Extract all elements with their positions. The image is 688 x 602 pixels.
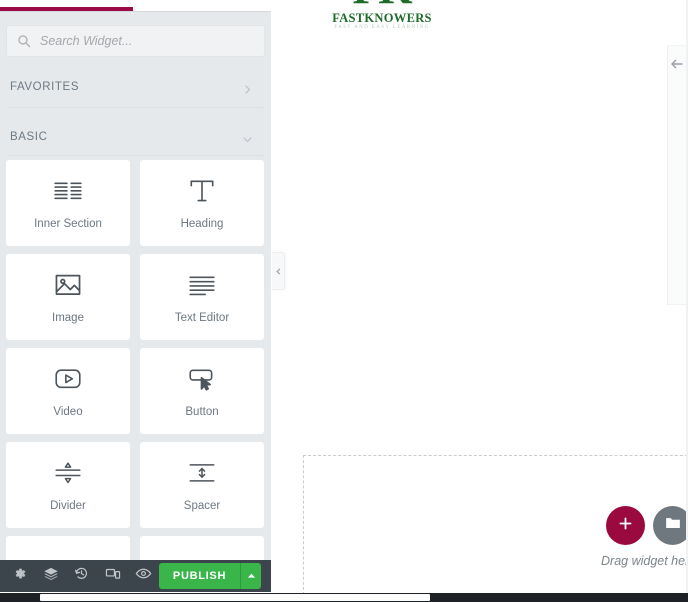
eye-icon: [135, 565, 152, 587]
widget-item-video[interactable]: Video: [6, 348, 130, 434]
divider-icon: [53, 458, 83, 488]
plus-icon: [618, 516, 633, 536]
widget-label: Inner Section: [34, 218, 102, 230]
button-icon: [187, 364, 217, 394]
inner-section-icon: [53, 176, 83, 206]
widget-item-google-maps[interactable]: [6, 536, 130, 560]
widget-row: Image Text Editor: [0, 254, 271, 340]
window-horizontal-scrollbar[interactable]: [0, 593, 688, 602]
widget-label: Divider: [50, 500, 86, 512]
add-new-section-button[interactable]: [606, 506, 645, 545]
widget-item-divider[interactable]: Divider: [6, 442, 130, 528]
text-editor-icon: [187, 270, 217, 300]
caret-up-icon: [247, 567, 256, 585]
dropzone-actions: [606, 506, 688, 545]
spacer-icon: [187, 458, 217, 488]
video-icon: [53, 364, 83, 394]
heading-icon: [187, 176, 217, 206]
image-icon: [53, 270, 83, 300]
search-icon: [17, 34, 31, 48]
arrow-left-icon[interactable]: [669, 56, 685, 72]
search-widget-box[interactable]: [6, 25, 265, 57]
widget-label: Video: [53, 406, 83, 418]
widget-label: Text Editor: [174, 312, 230, 324]
widget-label: Button: [185, 406, 219, 418]
widget-item-icon[interactable]: [140, 536, 264, 560]
responsive-icon: [105, 566, 121, 587]
section-label-favorites: FAVORITES: [10, 81, 80, 93]
widget-item-spacer[interactable]: Spacer: [140, 442, 264, 528]
widget-item-button[interactable]: Button: [140, 348, 264, 434]
site-logo: FK FASTKNOWERS FAST AND EASY LEARNING: [328, 0, 436, 30]
history-icon: [74, 566, 89, 586]
canvas-side-panel: [667, 45, 687, 305]
settings-button[interactable]: [4, 560, 35, 592]
chevron-right-icon: [242, 82, 253, 94]
chevron-left-icon: [275, 262, 282, 280]
publish-button[interactable]: PUBLISH: [159, 563, 240, 589]
responsive-mode-button[interactable]: [97, 560, 128, 592]
publish-options-button[interactable]: [240, 563, 261, 589]
section-divider-2: [8, 155, 263, 156]
section-divider-1: [8, 107, 263, 108]
widget-label: Spacer: [183, 500, 221, 512]
layers-icon: [43, 566, 59, 587]
panel-tab-divider: [0, 11, 271, 12]
editor-footer-bar: PUBLISH: [0, 560, 271, 592]
section-header-favorites[interactable]: FAVORITES: [0, 70, 271, 104]
navigator-button[interactable]: [35, 560, 66, 592]
widget-row: [0, 536, 271, 560]
add-template-button[interactable]: [653, 506, 688, 545]
widget-label: Heading: [180, 218, 224, 230]
section-label-basic: BASIC: [10, 131, 48, 143]
preview-canvas: FK FASTKNOWERS FAST AND EASY LEARNING: [271, 0, 688, 594]
panel-collapse-handle[interactable]: [272, 252, 285, 290]
dropzone-caption: Drag widget here: [601, 554, 688, 568]
section-header-basic[interactable]: BASIC: [0, 120, 271, 154]
publish-button-group: PUBLISH: [159, 563, 261, 589]
widget-row: Video Button: [0, 348, 271, 434]
widget-dropzone[interactable]: Drag widget here: [303, 455, 688, 594]
widget-row: Divider Spacer: [0, 442, 271, 528]
search-input[interactable]: [40, 34, 254, 48]
widget-item-inner-section[interactable]: Inner Section: [6, 160, 130, 246]
widget-list[interactable]: Inner Section Heading Image Text Editor …: [0, 160, 271, 560]
widget-item-image[interactable]: Image: [6, 254, 130, 340]
widget-item-heading[interactable]: Heading: [140, 160, 264, 246]
logo-wordmark: FASTKNOWERS: [332, 11, 432, 25]
widget-label: Image: [52, 312, 84, 324]
elementor-editor-window: FAVORITES BASIC: [0, 0, 688, 602]
widget-item-text-editor[interactable]: Text Editor: [140, 254, 264, 340]
gear-icon: [12, 566, 27, 586]
folder-icon: [664, 514, 682, 537]
chevron-down-icon: [242, 132, 253, 143]
widget-panel: FAVORITES BASIC: [0, 0, 271, 560]
preview-changes-button[interactable]: [128, 560, 159, 592]
widget-row: Inner Section Heading: [0, 160, 271, 246]
scrollbar-thumb[interactable]: [40, 594, 430, 601]
panel-tab-strip: [0, 0, 271, 11]
logo-tagline: FAST AND EASY LEARNING: [334, 25, 430, 30]
history-button[interactable]: [66, 560, 97, 592]
